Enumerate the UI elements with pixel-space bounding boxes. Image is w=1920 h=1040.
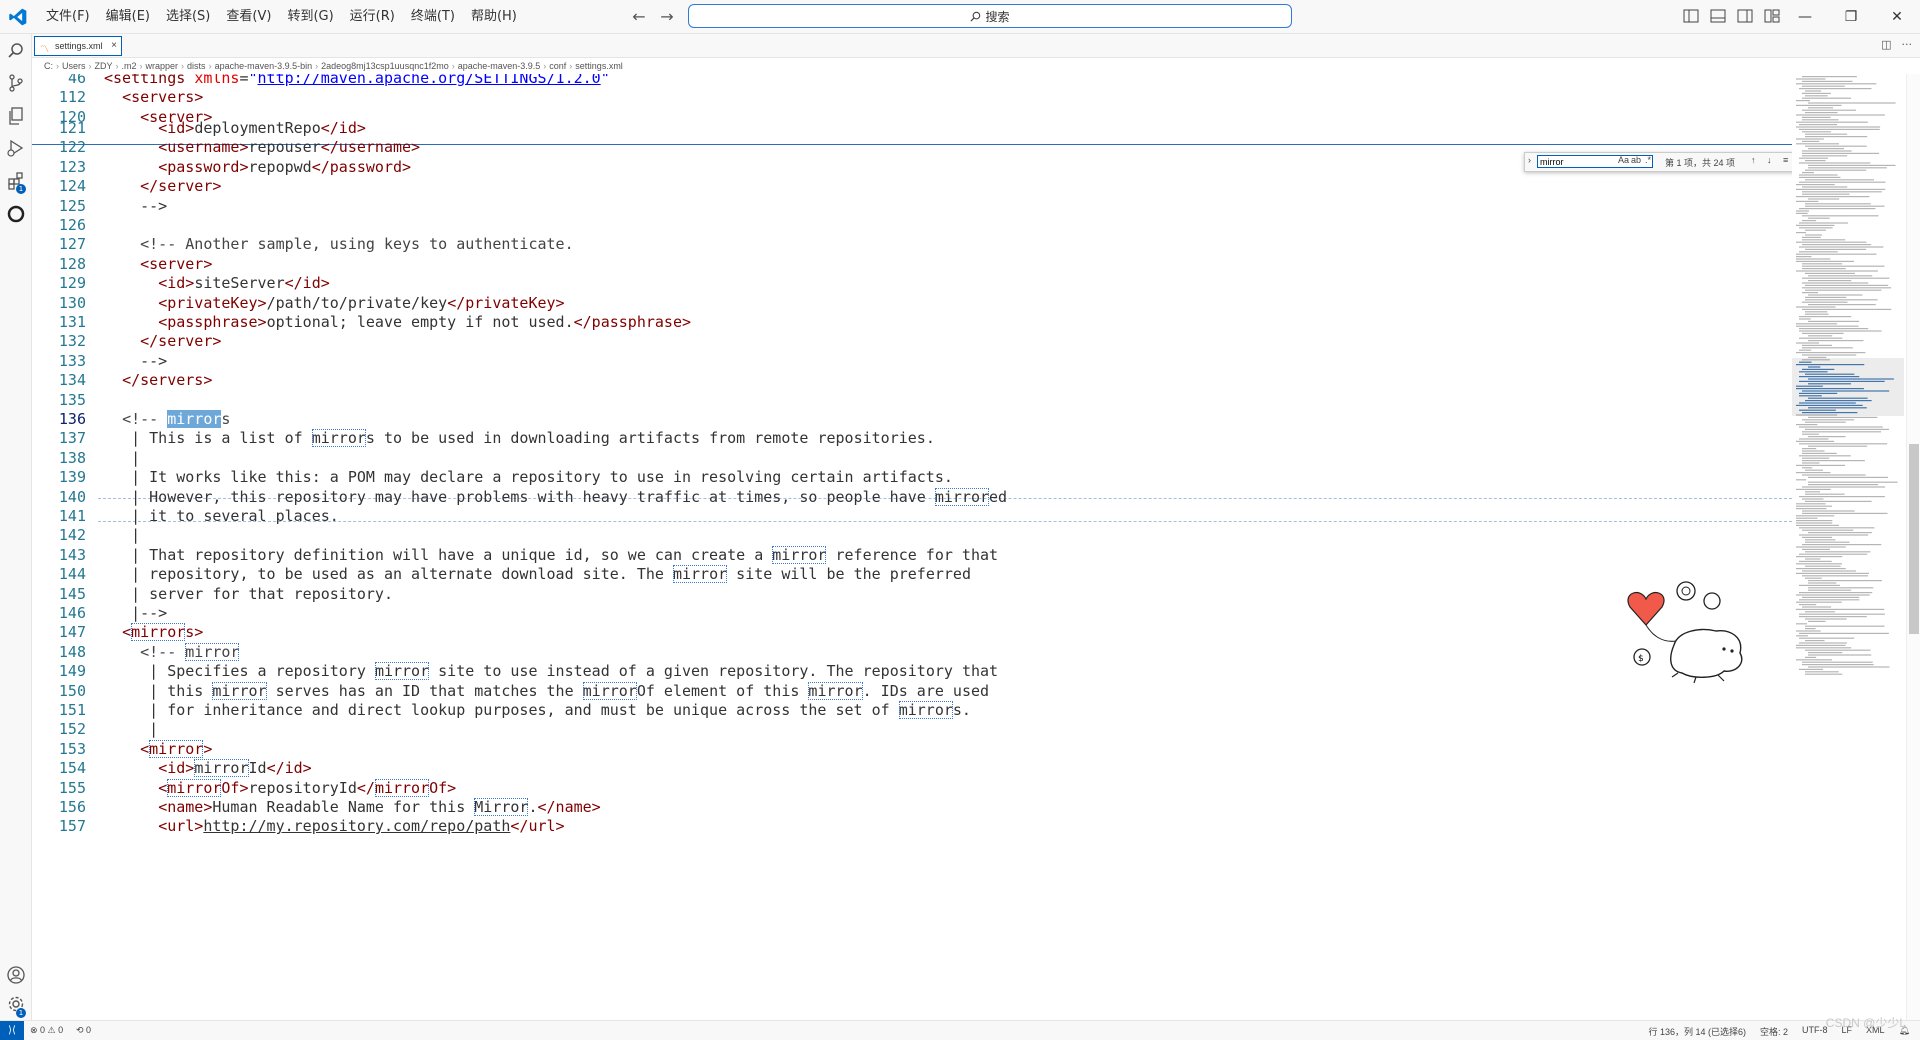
menu-item[interactable]: 查看(V) [218, 0, 279, 34]
menu-item[interactable]: 转到(G) [279, 0, 341, 34]
ports-status[interactable]: ⟲ 0 [76, 1025, 91, 1036]
toggle-secondary-sidebar-icon[interactable] [1737, 9, 1753, 23]
menu-item[interactable]: 终端(T) [403, 0, 463, 34]
cursor-position-status[interactable]: 行 136，列 14 (已选择6) [1648, 1025, 1746, 1038]
breadcrumb-item[interactable]: settings.xml [575, 61, 623, 71]
watermark: CSDN @少少L [1825, 1016, 1906, 1030]
encoding-status[interactable]: UTF-8 [1802, 1025, 1828, 1038]
breadcrumb-item[interactable]: 2adeog8mj13csp1uusqnc1f2mo [321, 61, 449, 71]
command-center-label: 搜索 [985, 9, 1010, 24]
vscode-logo-icon[interactable] [8, 7, 28, 27]
split-editor-icon[interactable]: ◫ [1881, 38, 1891, 51]
line-number: 157 [58, 817, 86, 836]
xml-file-icon: 〽 [40, 44, 50, 54]
breadcrumb-item[interactable]: apache-maven-3.9.5-bin [215, 61, 313, 71]
status-bar: ⟩⟨ ⊗ 0 ⚠ 0 ⟲ 0 行 136，列 14 (已选择6) 空格: 2 U… [0, 1020, 1920, 1040]
breadcrumb-chevron-icon: › [543, 61, 547, 71]
menu-item[interactable]: 文件(F) [38, 0, 98, 34]
tab-label: settings.xml [55, 41, 103, 51]
extensions-badge: 1 [16, 184, 26, 194]
breadcrumb-chevron-icon: › [451, 61, 455, 71]
breadcrumb-item[interactable]: ZDY [95, 61, 113, 71]
line-code: <url>http://my.repository.com/repo/path<… [158, 817, 565, 836]
back-arrow-icon[interactable]: ← [628, 6, 650, 28]
find-widget: › Aa ab .* 第 1 项，共 24 项 ↑ ↓ ≡ ✕ [1524, 152, 1792, 172]
heart-balloon-sticker: $ [1627, 581, 1743, 684]
match-case-toggle[interactable]: Aa [1618, 155, 1629, 165]
code-line[interactable]: 157 <url>http://my.repository.com/repo/p… [32, 815, 1792, 839]
editor-tab-bar: 〽 settings.xml × ◫ ··· [32, 34, 1920, 58]
search-icon [970, 11, 981, 22]
scrollbar-thumb[interactable] [1909, 444, 1919, 634]
menu-item[interactable]: 运行(R) [342, 0, 403, 34]
breadcrumb-chevron-icon: › [139, 61, 143, 71]
activity-bar: 1 1 [0, 34, 32, 1020]
menu-item[interactable]: 帮助(H) [463, 0, 525, 34]
breadcrumb-item[interactable]: apache-maven-3.9.5 [458, 61, 541, 71]
menu-item[interactable]: 编辑(E) [98, 0, 158, 34]
tab-settings-xml[interactable]: 〽 settings.xml × [34, 36, 122, 56]
breadcrumb-chevron-icon: › [115, 61, 119, 71]
next-match-arrow-icon[interactable]: ↓ [1767, 155, 1772, 165]
restore-button[interactable]: ❐ [1828, 0, 1874, 34]
breadcrumb-chevron-icon: › [88, 61, 92, 71]
svg-text:$: $ [1638, 654, 1644, 664]
breadcrumb-chevron-icon: › [181, 61, 185, 71]
breadcrumb-item[interactable]: .m2 [122, 61, 137, 71]
find-in-selection-icon[interactable]: ≡ [1783, 155, 1788, 165]
breadcrumb-chevron-icon: › [569, 61, 573, 71]
explorer-files-icon[interactable] [6, 106, 26, 126]
code-editor[interactable]: 46 <settings xmlns="http://maven.apache.o… [32, 74, 1792, 1020]
breadcrumb-chevron-icon: › [56, 61, 59, 71]
forward-arrow-icon[interactable]: → [656, 6, 678, 28]
toggle-replace-chevron-icon[interactable]: › [1528, 155, 1531, 165]
problems-status[interactable]: ⊗ 0 ⚠ 0 [30, 1025, 63, 1036]
previous-match-arrow-icon[interactable]: ↑ [1751, 155, 1756, 165]
customize-layout-icon[interactable] [1764, 9, 1780, 23]
minimap[interactable] [1792, 74, 1904, 1020]
find-match-count: 第 1 项，共 24 项 [1665, 158, 1736, 168]
close-tab-icon[interactable]: × [111, 37, 117, 55]
breadcrumb-item[interactable]: conf [549, 61, 566, 71]
title-bar: 文件(F) 编辑(E) 选择(S) 查看(V) 转到(G) 运行(R) 终端(T) 帮助(H)… [0, 0, 1920, 34]
remote-explorer-icon[interactable] [6, 204, 26, 224]
menu-item[interactable]: 选择(S) [158, 0, 218, 34]
minimize-button[interactable]: — [1782, 0, 1828, 34]
accounts-icon[interactable] [6, 965, 26, 985]
editor-actions: ◫ ··· [1881, 38, 1912, 51]
vertical-scrollbar[interactable] [1906, 74, 1920, 1020]
breadcrumb-item[interactable]: C: [44, 61, 53, 71]
use-regex-toggle[interactable]: .* [1645, 155, 1651, 165]
breadcrumb-chevron-icon: › [315, 61, 319, 71]
breadcrumb-chevron-icon: › [208, 61, 212, 71]
run-debug-icon[interactable] [6, 138, 26, 158]
breadcrumb-item[interactable]: dists [187, 61, 206, 71]
close-window-button[interactable]: ✕ [1874, 0, 1920, 34]
breadcrumb-item[interactable]: Users [62, 61, 86, 71]
command-center-search[interactable]: 搜索 [688, 4, 1292, 28]
remote-indicator-button[interactable]: ⟩⟨ [0, 1021, 24, 1040]
manage-badge: 1 [16, 1008, 26, 1018]
toggle-panel-icon[interactable] [1710, 9, 1726, 23]
match-whole-word-toggle[interactable]: ab [1631, 155, 1641, 165]
breadcrumb: C: › Users › ZDY › .m2 › wrapper › dists › apache-ma… [32, 58, 1920, 74]
source-control-icon[interactable] [6, 73, 26, 93]
indentation-status[interactable]: 空格: 2 [1760, 1025, 1788, 1038]
breadcrumb-item[interactable]: wrapper [146, 61, 179, 71]
search-icon[interactable] [6, 41, 26, 61]
menu-bar: 文件(F) 编辑(E) 选择(S) 查看(V) 转到(G) 运行(R) 终端(T) 帮助(H) [38, 0, 525, 34]
toggle-primary-sidebar-icon[interactable] [1683, 9, 1699, 23]
more-actions-icon[interactable]: ··· [1902, 38, 1913, 51]
